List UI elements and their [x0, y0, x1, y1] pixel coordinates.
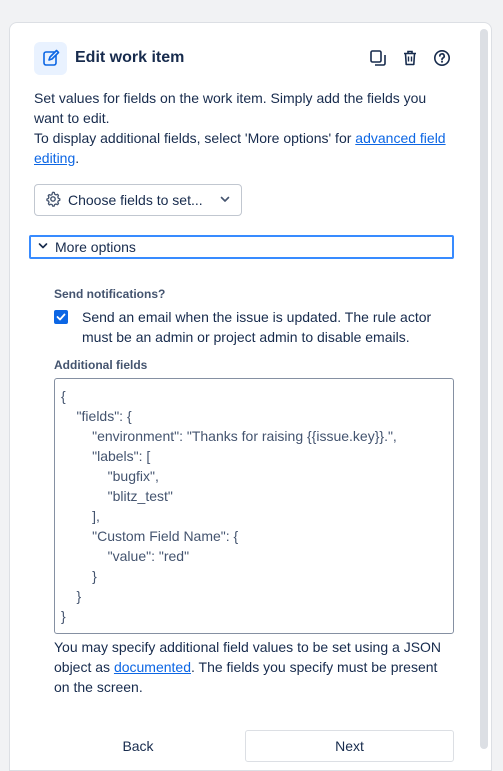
description-line-2-suffix: . [75, 150, 80, 166]
chevron-down-icon [219, 192, 231, 208]
code-line: } [61, 588, 82, 604]
code-line: "bugfix", [61, 468, 159, 484]
page-title: Edit work item [75, 49, 185, 66]
code-line: "value": "red" [61, 548, 190, 564]
send-notifications-row: Send an email when the issue is updated.… [54, 307, 454, 347]
choose-fields-dropdown[interactable]: Choose fields to set... [34, 184, 242, 216]
edit-work-item-panel: Edit work item Set values for fields on … [9, 22, 492, 771]
help-icon[interactable] [430, 46, 454, 70]
code-line: "fields": { [61, 408, 132, 424]
send-notifications-label: Send notifications? [54, 287, 166, 301]
send-notifications-checkbox[interactable] [54, 310, 68, 324]
code-line: { [61, 388, 66, 404]
description-line-2-text: To display additional fields, select 'Mo… [34, 130, 356, 146]
next-button[interactable]: Next [245, 730, 454, 762]
trash-icon[interactable] [398, 46, 422, 70]
additional-fields-label: Additional fields [54, 358, 148, 372]
send-notifications-text: Send an email when the issue is updated.… [82, 309, 432, 345]
gear-icon [45, 191, 61, 210]
additional-fields-textarea[interactable]: { "fields": { "environment": "Thanks for… [54, 378, 454, 634]
edit-icon [34, 41, 67, 75]
header-actions [366, 46, 454, 70]
panel-header: Edit work item [34, 41, 454, 75]
scrollbar[interactable] [480, 29, 488, 749]
documented-link[interactable]: documented [114, 659, 191, 675]
code-line: "Custom Field Name": { [61, 528, 239, 544]
help-text: You may specify additional field values … [54, 637, 454, 697]
code-line: ], [61, 508, 100, 524]
code-line: "environment": "Thanks for raising {{iss… [61, 428, 397, 444]
more-options-label: More options [55, 239, 136, 255]
code-line: "blitz_test" [61, 488, 173, 504]
chevron-down-icon [37, 239, 49, 255]
choose-fields-label: Choose fields to set... [68, 192, 203, 208]
duplicate-icon[interactable] [366, 46, 390, 70]
back-button[interactable]: Back [54, 730, 222, 762]
checkmark-icon [56, 313, 66, 321]
more-options-toggle[interactable]: More options [29, 235, 454, 259]
description-line-1: Set values for fields on the work item. … [34, 90, 427, 126]
code-line: } [61, 568, 97, 584]
description-line-2: To display additional fields, select 'Mo… [34, 128, 454, 168]
code-line: "labels": [ [61, 448, 151, 464]
code-line: } [61, 608, 66, 624]
description: Set values for fields on the work item. … [34, 88, 454, 168]
